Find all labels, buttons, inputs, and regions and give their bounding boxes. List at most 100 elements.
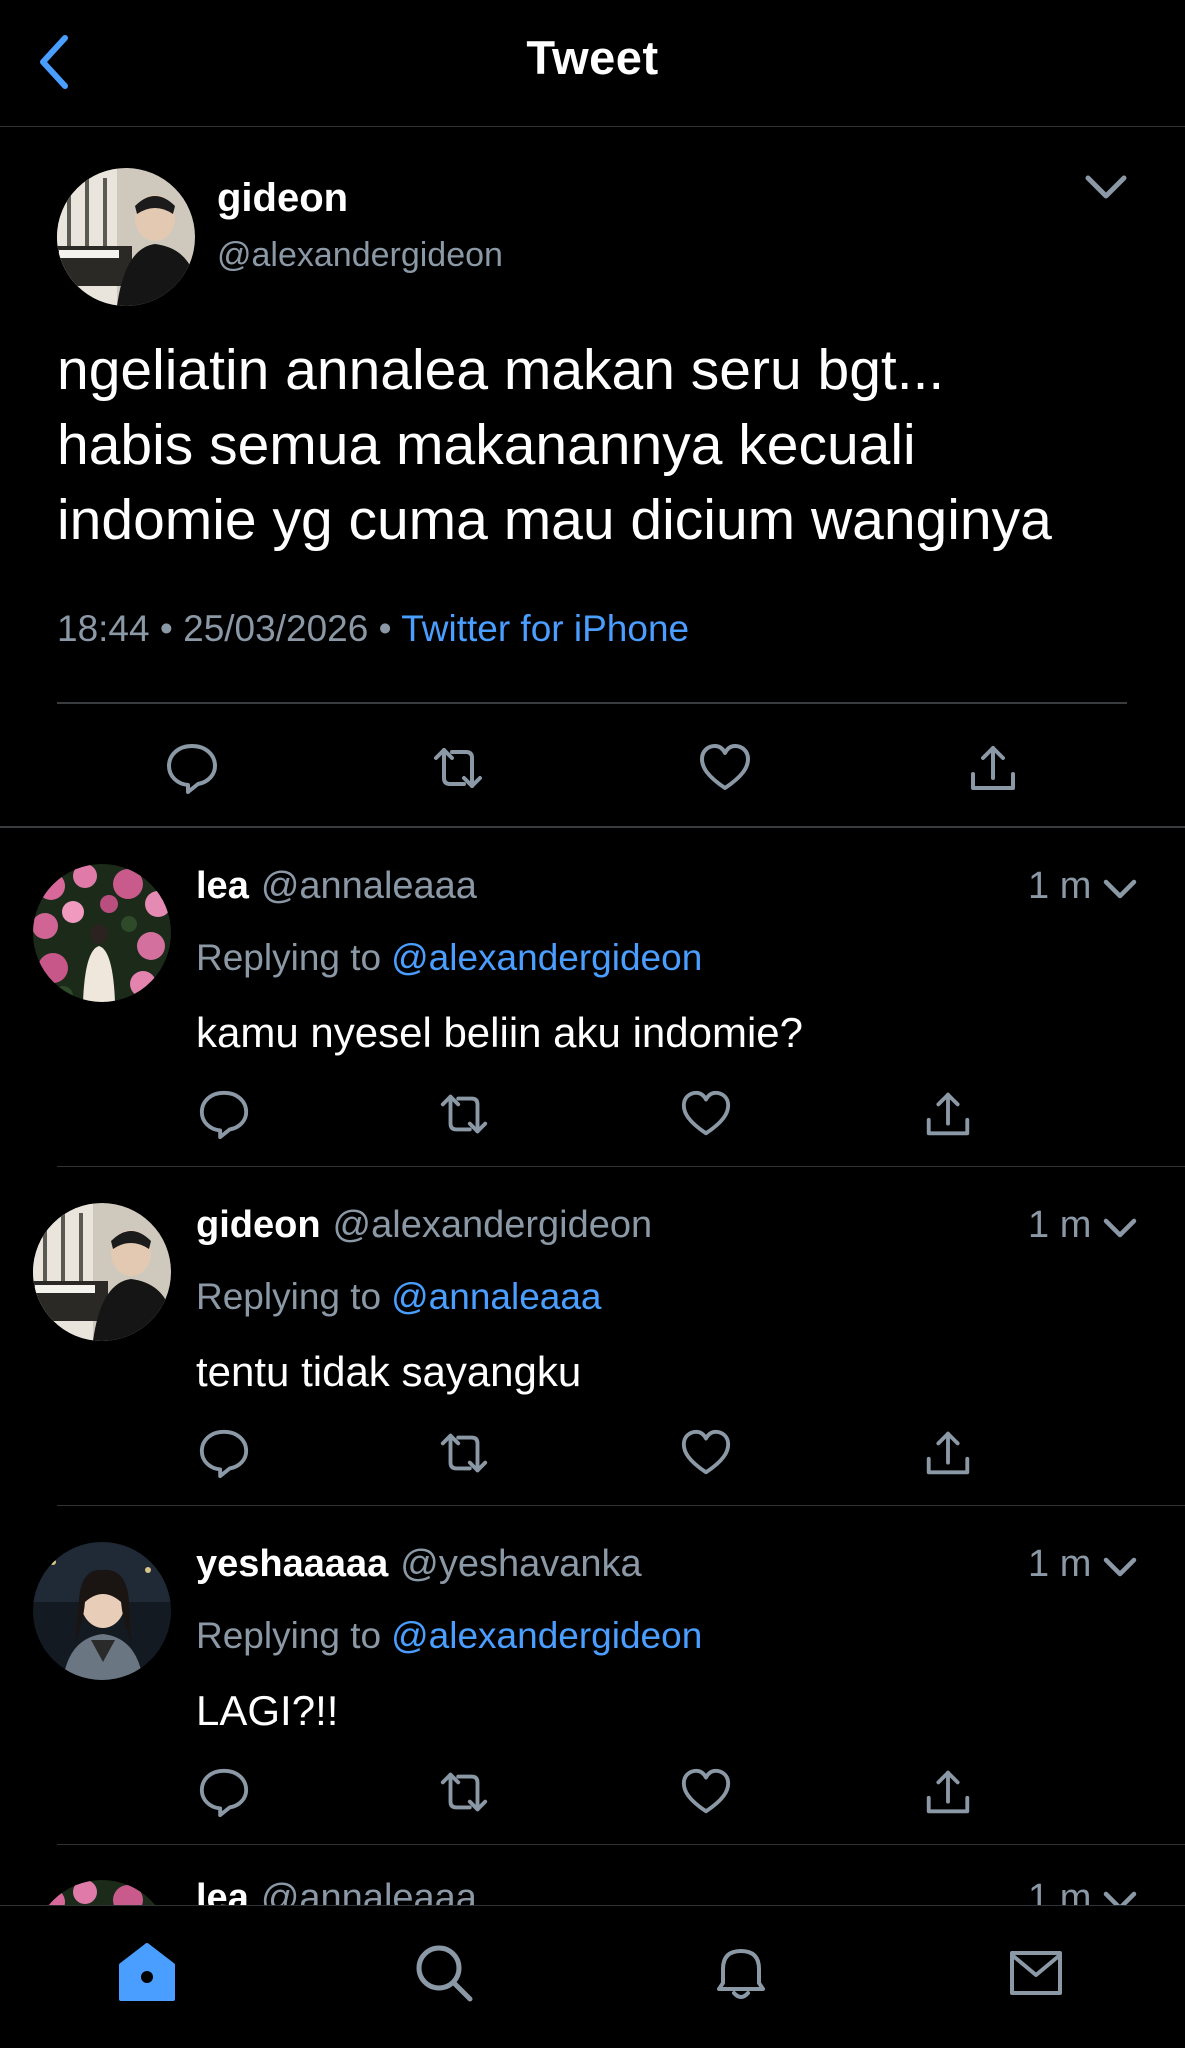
reply-tweet[interactable]: yeshaaaaa @yeshavanka 1 m Replying to @ale…: [0, 1507, 1185, 1845]
retweet-icon: [440, 1094, 488, 1134]
bottom-tab-bar: [0, 1905, 1185, 2048]
share-icon: [971, 746, 1015, 790]
heart-icon: [681, 1429, 731, 1475]
like-button[interactable]: [676, 1762, 736, 1822]
tweet-source-link[interactable]: Twitter for iPhone: [401, 608, 689, 649]
main-tweet: gideon @alexandergideon ngeliatin annale…: [0, 128, 1185, 828]
reply-button[interactable]: [194, 1084, 254, 1144]
share-icon: [926, 1431, 970, 1475]
share-button[interactable]: [963, 738, 1023, 798]
author-name[interactable]: yeshaaaaa: [196, 1543, 388, 1585]
retweet-button[interactable]: [428, 738, 488, 798]
reply-button[interactable]: [162, 738, 222, 798]
reply-button[interactable]: [194, 1423, 254, 1483]
tweet-action-bar: [0, 1423, 1185, 1483]
tweet-action-bar: [0, 738, 1185, 808]
chevron-down-icon: [1103, 879, 1137, 899]
tweet-meta: 18:44 • 25/03/2026 • Twitter for iPhone: [57, 608, 689, 650]
comment-icon: [199, 1768, 249, 1818]
tweet-action-bar: [0, 1762, 1185, 1822]
avatar[interactable]: [57, 168, 195, 306]
retweet-icon: [434, 748, 482, 788]
comment-icon: [167, 744, 217, 794]
share-button[interactable]: [918, 1762, 978, 1822]
avatar[interactable]: [33, 1880, 171, 1905]
reply-tweet[interactable]: gideon @alexandergideon 1 m Replying to @a…: [0, 1168, 1185, 1506]
tweet-options-button[interactable]: [1100, 873, 1140, 907]
retweet-icon: [440, 1772, 488, 1812]
heart-icon: [700, 744, 750, 790]
replying-to-label: Replying to: [196, 937, 382, 978]
share-button[interactable]: [918, 1084, 978, 1144]
divider: [57, 1844, 1185, 1845]
tweet-options-button[interactable]: [1100, 1885, 1140, 1905]
replying-to: Replying to @annaleaaa: [196, 1276, 602, 1318]
like-button[interactable]: [676, 1423, 736, 1483]
comment-icon: [199, 1429, 249, 1479]
divider: [57, 702, 1127, 704]
tweet-text-line: ngeliatin annalea makan seru bgt...: [57, 338, 945, 402]
author-name[interactable]: lea: [196, 1877, 249, 1905]
mail-icon: [1010, 1951, 1062, 1995]
share-icon: [926, 1092, 970, 1136]
chevron-down-icon: [1103, 1218, 1137, 1238]
reply-text: kamu nyesel beliin aku indomie?: [196, 1009, 804, 1056]
retweet-button[interactable]: [434, 1423, 494, 1483]
tab-home[interactable]: [112, 1938, 182, 2008]
reply-timestamp: 1 m: [1028, 1543, 1092, 1585]
share-button[interactable]: [918, 1423, 978, 1483]
author-name[interactable]: gideon: [196, 1204, 321, 1246]
mention-link[interactable]: @alexandergideon: [391, 937, 702, 978]
page-title: Tweet: [526, 31, 659, 84]
reply-tweet[interactable]: lea @annaleaaa 1 m Replying to @alexanderg…: [0, 829, 1185, 1167]
retweet-button[interactable]: [434, 1762, 494, 1822]
avatar[interactable]: [33, 1542, 171, 1680]
reply-header: yeshaaaaa @yeshavanka: [196, 1543, 642, 1586]
tweet-options-button[interactable]: [1100, 1212, 1140, 1246]
replying-to-label: Replying to: [196, 1615, 382, 1656]
chevron-down-icon: [1103, 1557, 1137, 1577]
author-name[interactable]: lea: [196, 865, 249, 907]
replying-to: Replying to @alexandergideon: [196, 1615, 702, 1657]
chevron-down-icon: [1085, 175, 1127, 199]
author-handle[interactable]: @annaleaaa: [261, 865, 477, 907]
chevron-down-icon: [1103, 1891, 1137, 1905]
avatar[interactable]: [33, 864, 171, 1002]
top-navigation-bar: Tweet: [0, 0, 1185, 127]
tweet-options-button[interactable]: [1080, 168, 1132, 208]
home-icon: [119, 1943, 175, 2001]
reply-text: LAGI?!!: [196, 1687, 339, 1734]
reply-button[interactable]: [194, 1762, 254, 1822]
tab-messages[interactable]: [1001, 1938, 1071, 2008]
author-handle[interactable]: @alexandergideon: [217, 236, 503, 275]
tab-notifications[interactable]: [706, 1938, 776, 2008]
heart-icon: [681, 1090, 731, 1136]
avatar[interactable]: [33, 1203, 171, 1341]
author-handle[interactable]: @annaleaaa: [261, 1877, 477, 1905]
author-handle[interactable]: @alexandergideon: [333, 1204, 653, 1246]
tab-search[interactable]: [409, 1938, 479, 2008]
reply-text: tentu tidak sayangku: [196, 1348, 582, 1395]
meta-separator: •: [159, 608, 173, 649]
tweet-date: 25/03/2026: [183, 608, 369, 649]
tweet-options-button[interactable]: [1100, 1551, 1140, 1585]
replying-to-label: Replying to: [196, 1276, 382, 1317]
like-button[interactable]: [676, 1084, 736, 1144]
tweet-text-line: habis semua makanannya kecuali: [57, 413, 916, 477]
tweet-time: 18:44: [57, 608, 150, 649]
divider: [57, 1166, 1185, 1167]
reply-tweet[interactable]: lea @annaleaaa 1 m: [0, 1855, 1185, 1905]
reply-timestamp: 1 m: [1028, 865, 1092, 907]
retweet-button[interactable]: [434, 1084, 494, 1144]
like-button[interactable]: [695, 738, 755, 798]
author-name[interactable]: gideon: [217, 176, 348, 221]
tweet-text-line: indomie yg cuma mau dicium wanginya: [57, 488, 1052, 552]
reply-header: lea @annaleaaa: [196, 1877, 477, 1905]
search-icon: [416, 1945, 473, 2002]
mention-link[interactable]: @annaleaaa: [391, 1276, 601, 1317]
mention-link[interactable]: @alexandergideon: [391, 1615, 702, 1656]
divider: [57, 1505, 1185, 1506]
author-handle[interactable]: @yeshavanka: [400, 1543, 641, 1585]
heart-icon: [681, 1768, 731, 1814]
replying-to: Replying to @alexandergideon: [196, 937, 702, 979]
